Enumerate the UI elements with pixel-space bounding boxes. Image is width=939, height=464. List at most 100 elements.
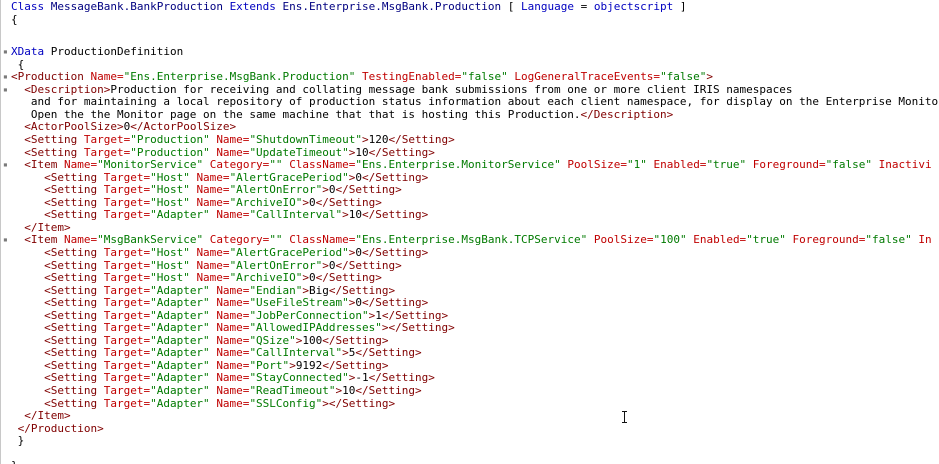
code-token: Target= xyxy=(103,195,151,209)
code-token: Target= xyxy=(103,208,151,222)
code-token: </Setting> xyxy=(328,283,396,297)
fold-toggle-icon[interactable]: ▪ xyxy=(3,46,9,59)
code-token: </Setting> xyxy=(368,371,435,385)
code-token: </Setting> xyxy=(355,384,422,398)
code-token: "Adapter" xyxy=(150,346,217,360)
code-token: "Adapter" xyxy=(150,358,217,372)
code-line[interactable]: <Setting Target="Adapter" Name="CallInte… xyxy=(1,209,939,222)
code-token: Name= xyxy=(196,271,230,285)
code-token: "true" xyxy=(746,233,793,247)
code-token: Class xyxy=(11,0,51,13)
code-token: Language xyxy=(520,0,581,13)
code-token: Target= xyxy=(103,283,151,297)
code-token: "Production" xyxy=(130,145,217,159)
code-token: "AlertGracePeriod" xyxy=(229,170,349,184)
code-token: > xyxy=(706,70,714,84)
fold-toggle-icon[interactable]: ▪ xyxy=(3,234,9,247)
code-token: "Adapter" xyxy=(150,396,217,410)
code-line[interactable]: { xyxy=(1,13,939,27)
code-token: ProductionDefinition xyxy=(50,45,184,59)
code-token: </Setting> xyxy=(362,170,429,184)
code-token: "" xyxy=(269,158,290,172)
code-line[interactable]: } xyxy=(1,434,939,448)
code-line[interactable]: } xyxy=(1,460,939,464)
code-token: "false" xyxy=(461,70,515,84)
code-line[interactable]: <Setting Target="Adapter" Name="SSLConfi… xyxy=(1,396,939,411)
code-token: Name= xyxy=(216,371,250,385)
code-token: Target= xyxy=(103,321,151,335)
code-token: and for maintaining a local repository o… xyxy=(11,95,939,109)
code-line[interactable]: ▪ XData ProductionDefinition xyxy=(1,45,939,59)
code-token: "1" xyxy=(626,158,654,172)
code-token: <Setting xyxy=(11,384,104,398)
code-token: Name= xyxy=(63,158,98,172)
code-token: "QSize" xyxy=(249,333,296,347)
code-token: Name= xyxy=(196,183,230,197)
code-token: Target= xyxy=(103,396,151,410)
code-token: ClassName= xyxy=(289,158,356,172)
code-token: Big xyxy=(309,283,329,297)
fold-toggle-icon[interactable]: ▪ xyxy=(3,84,9,97)
code-token: Name= xyxy=(216,145,250,159)
code-token: Target= xyxy=(103,384,151,398)
code-token: <Setting xyxy=(11,346,104,360)
code-token: 10 xyxy=(348,208,363,222)
code-token: <Setting xyxy=(11,170,104,184)
code-editor[interactable]: Class MessageBank.BankProduction Extends… xyxy=(0,0,939,464)
code-token: Name= xyxy=(216,133,250,147)
code-token: Foreground= xyxy=(752,158,826,172)
code-token: "Host" xyxy=(150,258,197,272)
code-token: </Setting> xyxy=(362,245,429,259)
code-token: "Adapter" xyxy=(150,384,217,398)
fold-toggle-icon[interactable]: ▪ xyxy=(3,71,9,84)
code-token: "CallInterval" xyxy=(249,208,343,222)
code-token: Target= xyxy=(103,183,151,197)
code-token: Foreground= xyxy=(792,233,866,247)
fold-toggle-icon[interactable]: ▪ xyxy=(3,159,9,172)
code-token: </Setting> xyxy=(315,271,382,285)
code-token: </Setting> xyxy=(335,258,402,272)
code-token: 120 xyxy=(368,133,389,147)
code-token: "ShutdownTimeout" xyxy=(249,133,363,147)
code-token: "ArchiveIO" xyxy=(229,271,303,285)
code-token: "Adapter" xyxy=(150,283,217,297)
code-token: "Host" xyxy=(150,245,197,259)
code-token: </Setting> xyxy=(362,208,429,222)
code-token: PoolSize= xyxy=(593,233,654,247)
code-token: <Description> xyxy=(11,82,111,96)
code-token: Name= xyxy=(216,384,250,398)
code-token: 1 xyxy=(375,308,382,322)
code-token: "Endian" xyxy=(249,283,303,297)
code-token: ClassName= xyxy=(289,233,356,247)
code-token: "" xyxy=(269,233,290,247)
code-token: "Adapter" xyxy=(150,333,217,347)
code-line[interactable]: </Production> xyxy=(1,422,939,436)
code-token: Extends xyxy=(229,0,283,13)
code-text: <Setting Target="Adapter" Name="CallInte… xyxy=(11,209,428,222)
code-token: Target= xyxy=(103,271,151,285)
code-token: "Adapter" xyxy=(150,308,217,322)
code-token: Name= xyxy=(216,396,250,410)
code-text: } xyxy=(11,434,25,448)
code-token: </Item> xyxy=(11,220,71,234)
code-line[interactable]: Class MessageBank.BankProduction Extends… xyxy=(1,0,939,14)
code-token: "AlertOnError" xyxy=(229,183,323,197)
code-line[interactable] xyxy=(1,448,939,461)
code-token: <Setting xyxy=(11,195,104,209)
code-line[interactable] xyxy=(1,26,939,39)
code-token: objectscript xyxy=(593,0,674,13)
code-token: Category= xyxy=(209,158,270,172)
code-token: LogGeneralTraceEvents= xyxy=(514,70,661,84)
code-token: MessageBank.BankProduction xyxy=(50,0,230,13)
code-text: </Production> xyxy=(11,422,104,436)
code-token: 10 xyxy=(342,384,356,398)
code-line[interactable]: </Item> xyxy=(1,409,939,423)
code-token: "ArchiveIO" xyxy=(229,195,303,209)
code-token: > xyxy=(322,258,329,272)
code-token: 9192 xyxy=(295,358,323,372)
code-token: <Setting xyxy=(11,371,104,385)
code-token: Target= xyxy=(103,371,151,385)
code-token: Name= xyxy=(90,70,124,84)
code-token: "ReadTimeout" xyxy=(249,384,336,398)
code-token: 0 xyxy=(309,195,316,209)
